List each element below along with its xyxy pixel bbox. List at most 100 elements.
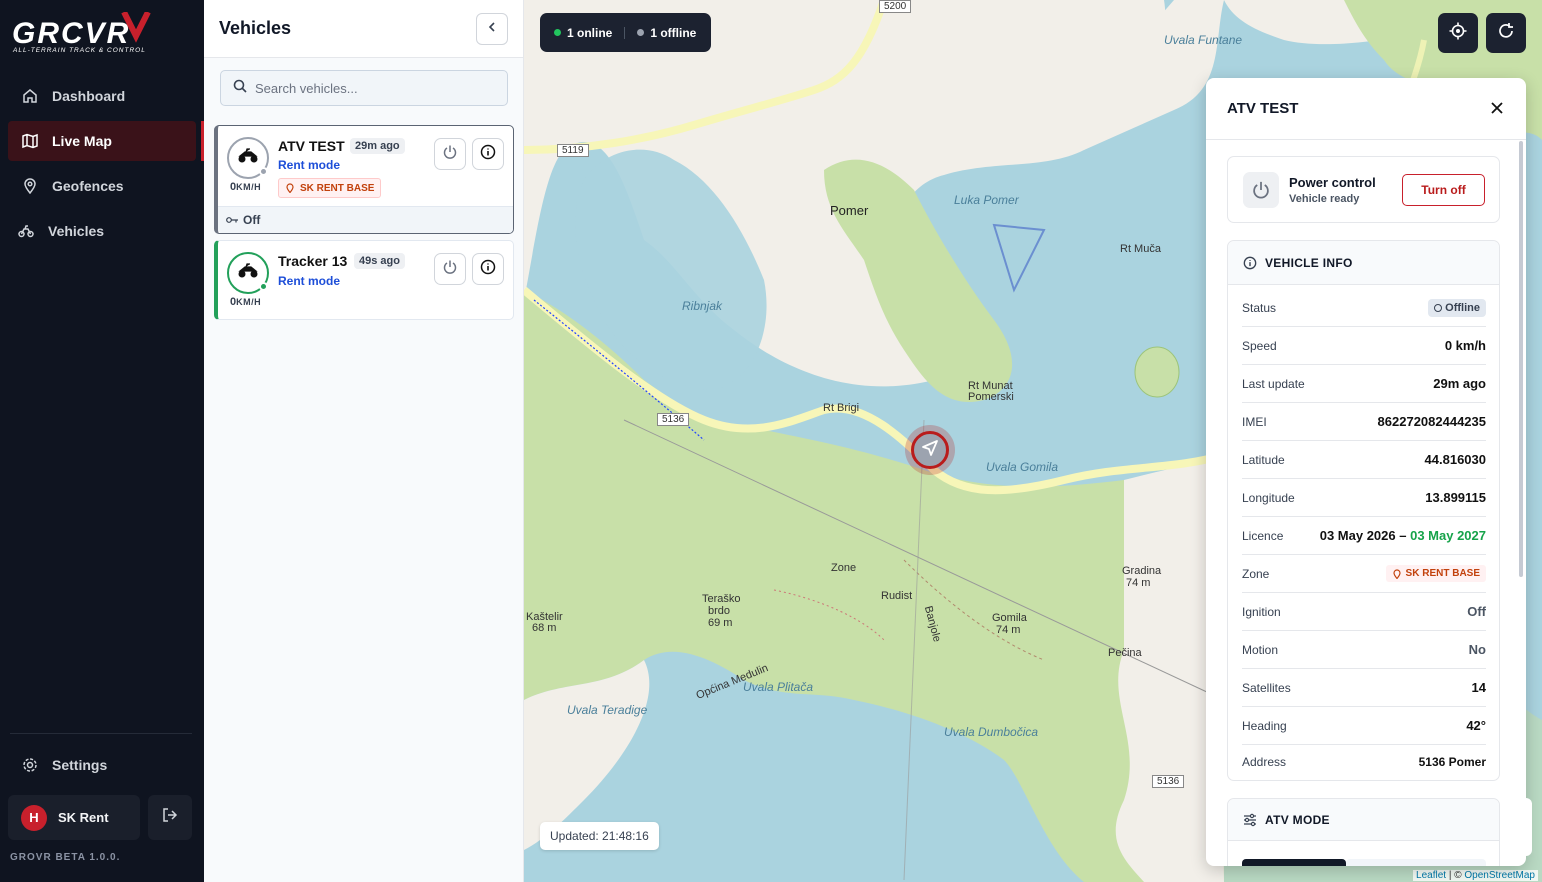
info-button[interactable] [472,138,504,170]
turn-off-button[interactable]: Turn off [1402,174,1485,206]
offline-count: 1 offline [650,25,697,40]
vehicle-name: ATV TEST [278,138,345,154]
map-label: Ribnjak [682,299,723,313]
location-pin-icon [22,178,38,194]
info-row-satellites: Satellites 14 [1242,669,1486,707]
atv-mode-option[interactable] [1346,859,1486,866]
info-row-heading: Heading 42° [1242,707,1486,745]
panel-edge [1526,798,1532,856]
close-details-button[interactable] [1488,100,1506,118]
map-label: Pomer [830,203,869,218]
info-row-longitude: Longitude 13.899115 [1242,479,1486,517]
avatar: H [21,804,47,831]
map-label: Uvala Funtane [1164,33,1243,47]
chevron-left-icon [486,20,498,38]
vehicle-map-marker[interactable] [905,425,955,475]
online-status-pill: 1 online 1 offline [540,13,711,52]
location-pin-icon [1392,568,1402,579]
logo-tagline: ALL-TERRAIN TRACK & CONTROL [12,47,146,54]
power-icon [1243,172,1279,208]
nav-vehicles[interactable]: Vehicles [8,211,196,251]
atv-icon [237,147,259,169]
vehicle-avatar [227,137,269,179]
atv-mode-header: ATV MODE [1228,799,1499,841]
info-icon [480,144,496,165]
gear-icon [22,757,38,773]
map-label: Teraško [702,593,741,605]
info-row-status: Status Offline [1242,289,1486,327]
navigation-arrow-icon [921,439,939,462]
key-icon [226,215,239,225]
details-scrollbar[interactable] [1519,141,1523,577]
leaflet-link[interactable]: Leaflet [1416,870,1446,881]
atv-icon [237,262,259,284]
last-seen-badge: 49s ago [354,253,405,269]
info-row-licence: Licence 03 May 2026 – 03 May 2027 [1242,517,1486,555]
refresh-icon [1497,22,1515,45]
nav-geofences[interactable]: Geofences [8,166,196,206]
vehicle-marker-inner [911,431,949,469]
logout-button[interactable] [148,795,192,840]
map-label: Uvala Gomila [986,460,1059,474]
vehicle-name: Tracker 13 [278,253,348,269]
main-nav: Dashboard Live Map Geofences Vehicles [8,76,204,256]
details-title: ATV TEST [1227,100,1299,117]
road-shield: 5136 [1152,775,1185,788]
nav-settings-wrap: Settings [8,745,196,790]
vehicle-speed: 0KM/H [230,296,262,308]
sidebar-divider [10,733,192,734]
collapse-panel-button[interactable] [476,13,508,45]
home-icon [22,88,38,104]
map-label: Pomerski [968,391,1014,403]
power-button[interactable] [434,253,466,285]
info-button[interactable] [472,253,504,285]
search-input[interactable] [255,80,485,96]
map-label: 68 m [532,622,557,634]
nav-dashboard[interactable]: Dashboard [8,76,196,116]
osm-link[interactable]: OpenStreetMap [1464,870,1535,881]
vehicle-card[interactable]: 0KM/H ATV TEST 29m ago Rent mode SK RENT… [214,125,514,234]
nav-geofences-label: Geofences [52,178,124,194]
refresh-button[interactable] [1486,13,1526,53]
location-pin-icon [285,183,295,193]
map-label: Rudist [881,590,913,602]
nav-settings-label: Settings [52,757,108,773]
map-label: Zone [831,562,857,574]
vehicle-card[interactable]: 0KM/H Tracker 13 49s ago Rent mode [214,240,514,320]
ignition-status: Off [218,206,513,233]
last-updated: Updated: 21:48:16 [540,822,659,850]
vehicle-mode: Rent mode [278,158,341,172]
locate-button[interactable] [1438,13,1478,53]
map-label: Gomila [992,612,1027,624]
info-row-motion: Motion No [1242,631,1486,669]
info-row-imei: IMEI 862272082444235 [1242,403,1486,441]
info-icon [480,259,496,280]
nav-live-map[interactable]: Live Map [8,121,204,161]
vehicles-panel: Vehicles 0KM/H ATV TEST 29m ago Rent mod… [204,0,524,882]
pill-separator [624,26,626,39]
power-button[interactable] [434,138,466,170]
atv-mode-option-active[interactable] [1242,859,1346,866]
map-label: brdo [708,605,731,617]
vehicle-info-card: VEHICLE INFO Status Offline Speed 0 km/h … [1227,240,1500,781]
power-icon [442,259,458,280]
online-dot [554,29,561,36]
vehicle-info-header: VEHICLE INFO [1228,241,1499,285]
map-label: Uvala Plitača [743,680,814,694]
status-badge: Offline [1428,298,1486,317]
atv-icon [18,223,34,239]
user-account[interactable]: H SK Rent [8,795,140,840]
vehicle-details-panel: ATV TEST Power control Vehicle ready Tur… [1206,78,1526,866]
nav-dashboard-label: Dashboard [52,88,126,104]
app-version: GROVR BETA 1.0.0. [10,852,121,863]
status-dot [259,167,268,176]
details-header: ATV TEST [1206,78,1526,140]
grcvr-logo[interactable]: GRCVR ALL-TERRAIN TRACK & CONTROL [12,10,190,56]
power-control-title: Power control [1289,175,1376,190]
nav-settings[interactable]: Settings [8,745,196,785]
sidebar: GRCVR ALL-TERRAIN TRACK & CONTROL Dashbo… [0,0,204,882]
map-label: 74 m [1126,577,1151,589]
power-icon [442,144,458,165]
road-shield: 5119 [557,144,589,157]
online-count: 1 online [567,25,613,40]
